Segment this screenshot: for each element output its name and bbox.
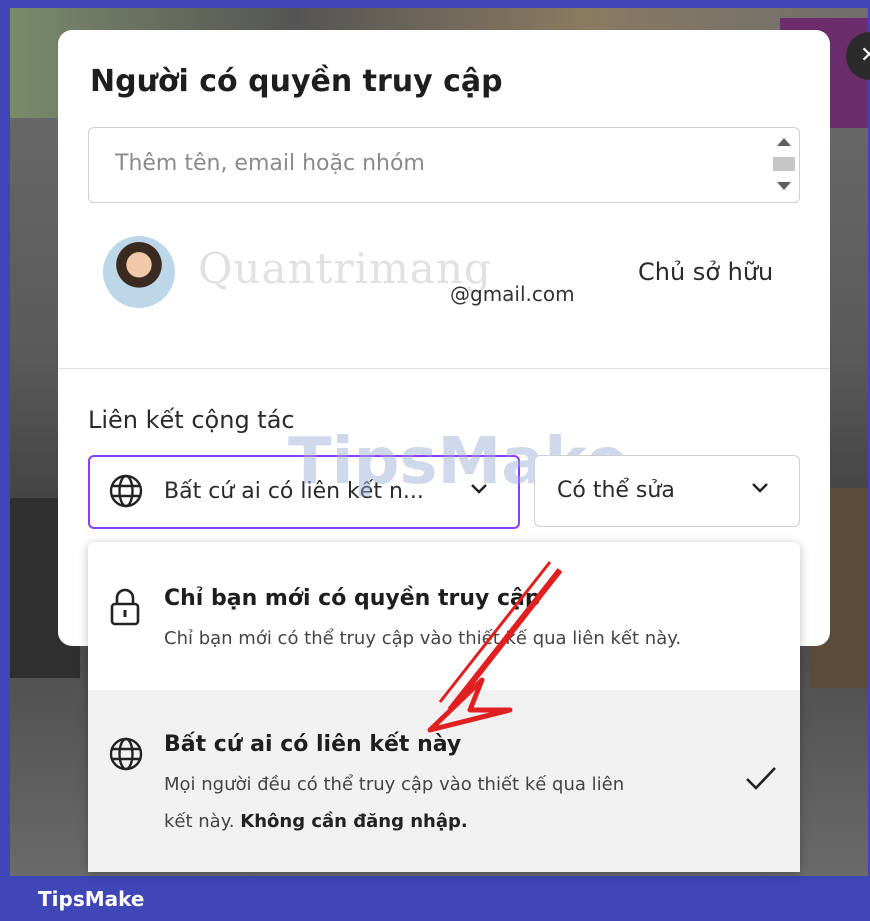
option-desc-line2: kết này. xyxy=(164,811,241,832)
watermark-quantrimang: Quantrimang xyxy=(198,244,492,293)
permission-value: Có thể sửa xyxy=(557,478,675,503)
globe-icon xyxy=(109,737,143,771)
scroll-down-icon[interactable] xyxy=(777,182,791,190)
scrollbar[interactable] xyxy=(769,128,799,202)
option-desc-line1: Mọi người đều có thể truy cập vào thiết … xyxy=(164,774,625,795)
option-desc: Mọi người đều có thể truy cập vào thiết … xyxy=(164,766,624,840)
divider xyxy=(58,368,830,369)
link-section-label: Liên kết cộng tác xyxy=(88,406,295,434)
globe-icon xyxy=(109,474,143,508)
chevron-down-icon xyxy=(749,476,771,504)
check-icon xyxy=(744,764,778,802)
dialog-title: Người có quyền truy cập xyxy=(90,64,503,99)
close-icon: ✕ xyxy=(860,43,870,68)
search-input[interactable] xyxy=(113,150,757,177)
owner-role: Chủ sở hữu xyxy=(638,258,774,286)
option-desc-bold: Không cần đăng nhập. xyxy=(240,811,468,832)
permission-select[interactable]: Có thể sửa xyxy=(534,455,800,527)
footer-brand: TipsMake xyxy=(38,887,145,911)
avatar xyxy=(103,236,175,308)
scroll-thumb[interactable] xyxy=(773,157,795,171)
scroll-up-icon[interactable] xyxy=(777,138,791,146)
lock-icon xyxy=(110,588,140,626)
search-box[interactable] xyxy=(88,127,800,203)
user-email: @gmail.com xyxy=(450,282,575,306)
red-arrow-annotation xyxy=(427,561,563,733)
